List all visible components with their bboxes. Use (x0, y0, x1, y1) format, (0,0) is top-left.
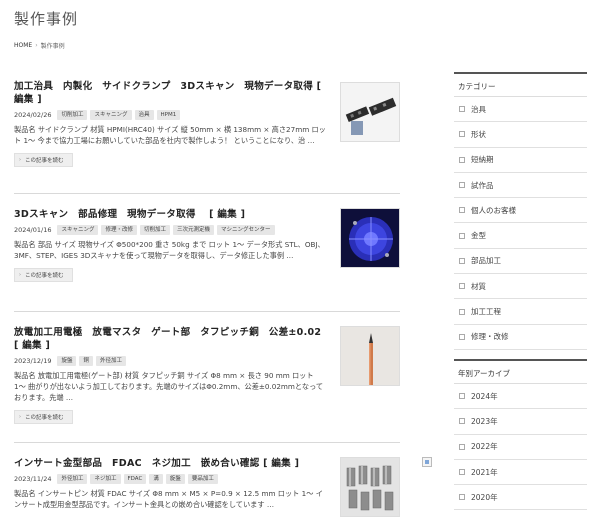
article-excerpt: 製品名 放電加工用電極(ゲート部) 材質 タフピッチ銅 サイズ Φ8 mm × … (14, 371, 324, 402)
category-item[interactable]: 治具 (454, 97, 587, 123)
categories-heading: カテゴリー (454, 72, 587, 97)
article-list: 加工治具 内製化 サイドクランプ 3Dスキャン 現物データ取得 [ 編集 ] 2… (14, 72, 400, 517)
tag-badge[interactable]: マシニングセンター (217, 225, 275, 235)
broken-image-icon (422, 457, 432, 467)
tag-badge[interactable]: 外径加工 (96, 356, 127, 366)
article-title[interactable]: 加工治具 内製化 サイドクランプ 3Dスキャン 現物データ取得 [ 編集 ] (14, 72, 326, 106)
tag-badge[interactable]: 三次元測定機 (173, 225, 215, 235)
square-bullet-icon (459, 257, 465, 264)
category-item[interactable]: 修理・改修 (454, 325, 587, 350)
square-bullet-icon (459, 283, 465, 290)
article-title[interactable]: 3Dスキャン 部品修理 現物データ取得 [ 編集 ] (14, 194, 326, 221)
read-more-button[interactable]: › この記事を読む (14, 268, 73, 282)
square-bullet-icon (459, 131, 465, 138)
archive-item[interactable]: 2022年 (454, 435, 587, 460)
square-bullet-icon (459, 333, 465, 340)
tag-badge[interactable]: 治具 (134, 110, 154, 120)
square-bullet-icon (459, 156, 465, 163)
category-item[interactable]: 形状 (454, 122, 587, 148)
square-bullet-icon (459, 469, 465, 475)
chevron-right-icon: › (19, 157, 21, 163)
square-bullet-icon (459, 418, 465, 425)
square-bullet-icon (459, 393, 465, 400)
breadcrumb: HOME › 製作事例 (14, 41, 65, 50)
category-item[interactable]: 金型 (454, 223, 587, 249)
article-item: 放電加工用電極 放電マスタ ゲート部 タフピッチ銅 公差±0.02 [ 編集 ]… (14, 312, 400, 443)
sidebar: カテゴリー 治具 形状 短納期 試作品 個人のお客様 金型 部品加工 材質 加工… (454, 72, 587, 511)
page-title: 製作事例 (14, 10, 79, 28)
category-list: 治具 形状 短納期 試作品 個人のお客様 金型 部品加工 材質 加工工程 修理・… (454, 97, 587, 350)
tag-badge[interactable]: 銅 (79, 356, 93, 366)
tag-badge[interactable]: 溝 (149, 474, 163, 484)
tag-badge[interactable]: 要品加工 (187, 474, 218, 484)
tag-badge[interactable]: 外径加工 (57, 474, 88, 484)
archive-heading: 年別アーカイブ (454, 358, 587, 384)
archive-item[interactable]: 2024年 (454, 384, 587, 410)
tag-badge[interactable]: FDAC (123, 474, 147, 484)
article-excerpt: 製品名 インサートピン 材質 FDAC サイズ Φ8 mm × M5 × P=0… (14, 489, 323, 509)
article-item: インサート金型部品 FDAC ネジ加工 嵌め合い確認 [ 編集 ] 2023/1… (14, 443, 400, 517)
tag-badge[interactable]: 旋盤 (165, 474, 185, 484)
category-item[interactable]: 個人のお客様 (454, 198, 587, 224)
category-item[interactable]: 部品加工 (454, 249, 587, 275)
article-excerpt: 製品名 サイドクランプ 材質 HPMI(HRC40) サイズ 縦 50mm × … (14, 125, 326, 145)
tag-badge[interactable]: ネジ加工 (90, 474, 121, 484)
category-item[interactable]: 試作品 (454, 173, 587, 199)
archive-list: 2024年 2023年 2022年 2021年 2020年 (454, 384, 587, 511)
category-item[interactable]: 材質 (454, 274, 587, 300)
read-more-button[interactable]: › この記事を読む (14, 410, 73, 424)
article-thumbnail[interactable] (340, 208, 400, 268)
article-item: 加工治具 内製化 サイドクランプ 3Dスキャン 現物データ取得 [ 編集 ] 2… (14, 72, 400, 194)
article-thumbnail[interactable] (340, 82, 400, 142)
tag-badge[interactable]: 修理・改修 (101, 225, 137, 235)
tag-badge[interactable]: スキャニング (57, 225, 99, 235)
breadcrumb-home-link[interactable]: HOME (14, 42, 32, 49)
edit-link[interactable]: [ 編集 ] (209, 209, 245, 220)
tag-badge[interactable]: 切削加工 (57, 110, 88, 120)
read-more-button[interactable]: › この記事を読む (14, 153, 73, 167)
article-title[interactable]: 放電加工用電極 放電マスタ ゲート部 タフピッチ銅 公差±0.02 [ 編集 ] (14, 312, 326, 352)
article-title[interactable]: インサート金型部品 FDAC ネジ加工 嵌め合い確認 [ 編集 ] (14, 443, 326, 470)
archive-item[interactable]: 2021年 (454, 460, 587, 486)
article-item: 3Dスキャン 部品修理 現物データ取得 [ 編集 ] 2024/01/16 スキ… (14, 194, 400, 312)
article-thumbnail[interactable] (340, 457, 400, 517)
archive-item[interactable]: 2023年 (454, 409, 587, 435)
square-bullet-icon (459, 308, 465, 315)
square-bullet-icon (459, 443, 465, 450)
chevron-right-icon: › (19, 414, 21, 420)
article-date: 2024/02/26 (14, 111, 52, 119)
category-item[interactable]: 加工工程 (454, 299, 587, 325)
square-bullet-icon (459, 106, 465, 113)
tag-badge[interactable]: HPM1 (156, 110, 181, 120)
breadcrumb-current: 製作事例 (40, 43, 65, 50)
square-bullet-icon (459, 207, 465, 214)
article-date: 2023/11/24 (14, 475, 52, 483)
archive-item[interactable]: 2020年 (454, 485, 587, 511)
tag-badge[interactable]: 旋盤 (57, 356, 77, 366)
article-date: 2023/12/19 (14, 357, 52, 365)
category-item[interactable]: 短納期 (454, 148, 587, 173)
article-excerpt: 製品名 部品 サイズ 現物サイズ Φ500*200 重さ 50kg まで ロット… (14, 240, 325, 260)
square-bullet-icon (459, 232, 465, 239)
chevron-right-icon: › (19, 272, 21, 278)
breadcrumb-separator-icon: › (35, 42, 38, 49)
tag-badge[interactable]: 切削加工 (140, 225, 171, 235)
article-date: 2024/01/16 (14, 226, 52, 234)
tag-badge[interactable]: スキャニング (90, 110, 132, 120)
edit-link[interactable]: [ 編集 ] (14, 340, 50, 351)
square-bullet-icon (459, 182, 465, 189)
square-bullet-icon (459, 494, 465, 501)
edit-link[interactable]: [ 編集 ] (263, 458, 299, 469)
article-thumbnail[interactable] (340, 326, 400, 386)
